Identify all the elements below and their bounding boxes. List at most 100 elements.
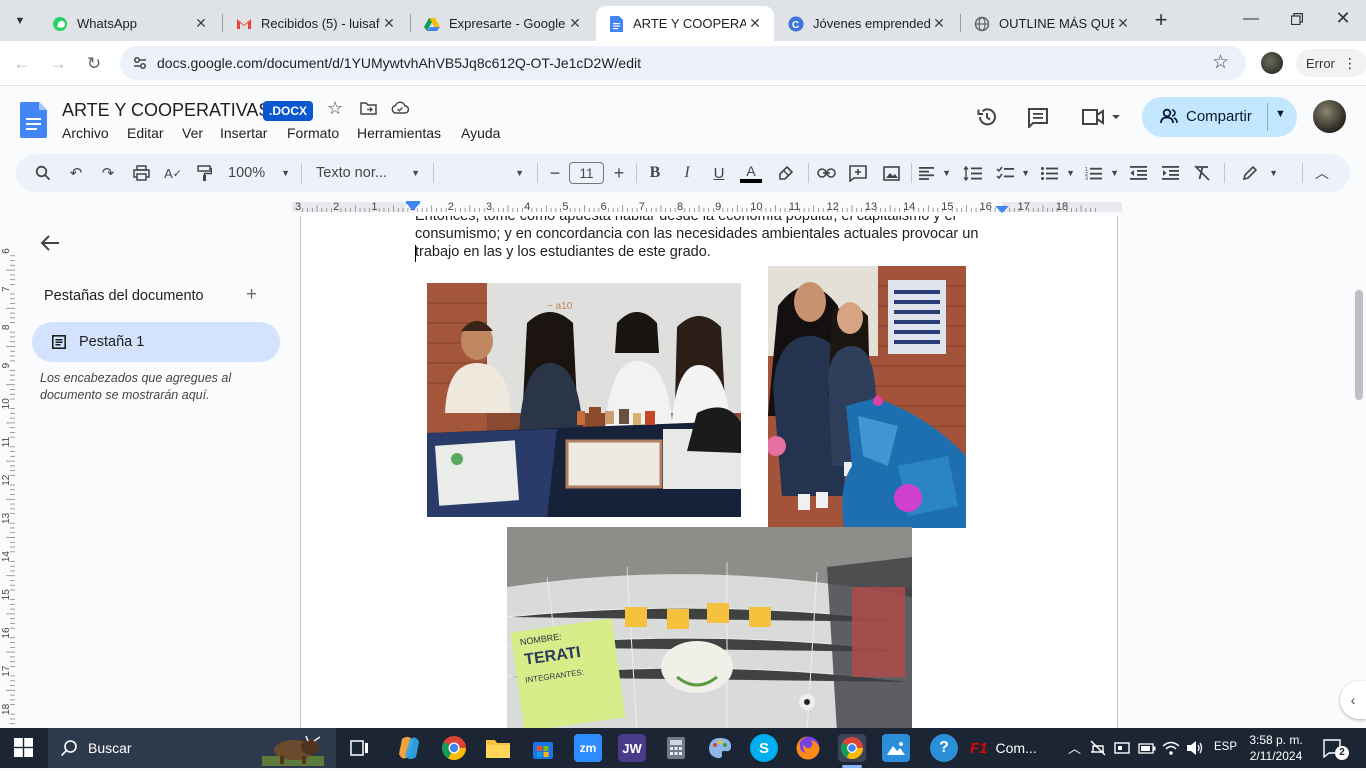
photo-covered-table-sign[interactable]: NOMBRE: TERATI INTEGRANTES:	[507, 527, 912, 728]
share-button[interactable]: Compartir ▼	[1142, 97, 1297, 137]
close-tab-icon[interactable]: ✕	[192, 15, 210, 32]
site-info-icon[interactable]	[132, 55, 148, 76]
minimize-button[interactable]: —	[1236, 10, 1266, 30]
collapse-menus-icon[interactable]: ︿	[1312, 162, 1332, 184]
forward-button[interactable]: →	[45, 51, 71, 77]
vertical-scrollbar[interactable]	[1352, 216, 1366, 728]
vertical-ruler[interactable]: 6 7 8 9 10 11 12 13 14 15 16 17 18	[0, 215, 16, 744]
close-tab-icon[interactable]: ✕	[746, 15, 764, 32]
close-window-button[interactable]: ✕	[1328, 8, 1358, 30]
editing-mode-icon[interactable]: ▼	[1242, 162, 1278, 184]
language-indicator[interactable]: ESP	[1214, 741, 1237, 753]
photo-students-recycling[interactable]	[768, 266, 966, 528]
menu-editar[interactable]: Editar	[127, 125, 164, 141]
document-page[interactable]: Entonces, tomé como apuesta hablar desde…	[300, 216, 1118, 728]
task-view-icon[interactable]	[346, 734, 374, 762]
increase-indent-icon[interactable]	[1160, 162, 1180, 184]
paint-app-icon[interactable]	[706, 734, 734, 762]
battery-icon[interactable]	[1138, 742, 1156, 760]
print-icon[interactable]	[131, 162, 151, 184]
cloud-status-icon[interactable]	[391, 101, 410, 119]
tab-outline[interactable]: OUTLINE MÁS QUE P ✕	[962, 6, 1142, 41]
tab-search-button[interactable]: ▼	[8, 10, 32, 32]
tab-canva[interactable]: C Jóvenes emprendedo ✕	[776, 6, 958, 41]
firefox-icon[interactable]	[794, 734, 822, 762]
new-tab-button[interactable]: +	[1150, 9, 1172, 31]
move-folder-icon[interactable]	[360, 101, 377, 120]
sidebar-item-tab-1[interactable]: Pestaña 1	[32, 322, 280, 362]
decrease-indent-icon[interactable]	[1128, 162, 1148, 184]
bold-button[interactable]: B	[645, 162, 665, 184]
clock[interactable]: 3:58 p. m. 2/11/2024	[1244, 732, 1308, 764]
back-arrow-icon[interactable]	[40, 234, 60, 257]
address-bar[interactable]: docs.google.com/document/d/1YUMywtvhAhVB…	[120, 46, 1246, 80]
skype-icon[interactable]: S	[750, 734, 778, 762]
paragraph-style-select[interactable]: Texto nor... ▼	[316, 162, 420, 184]
menu-archivo[interactable]: Archivo	[62, 125, 109, 141]
profile-error-chip[interactable]: Error ⋮	[1296, 49, 1366, 77]
notification-center-button[interactable]: 2	[1322, 738, 1349, 763]
italic-button[interactable]: I	[677, 162, 697, 184]
align-left-icon[interactable]: ▼	[919, 162, 951, 184]
taskbar-search-box[interactable]: Buscar	[48, 728, 336, 768]
bulleted-list-icon[interactable]: ▼	[1041, 162, 1075, 184]
text-color-button[interactable]: A	[739, 162, 763, 184]
checklist-icon[interactable]: ▼	[996, 162, 1030, 184]
network-status-icon[interactable]	[1090, 740, 1106, 761]
microsoft-store-icon[interactable]	[529, 734, 557, 762]
jw-library-icon[interactable]: JW	[618, 734, 646, 762]
chrome-active-icon[interactable]	[838, 734, 866, 762]
font-size-input[interactable]: 11	[569, 162, 604, 184]
share-dropdown-icon[interactable]: ▼	[1275, 108, 1286, 120]
underline-button[interactable]: U	[709, 162, 729, 184]
volume-icon[interactable]	[1186, 740, 1204, 761]
numbered-list-icon[interactable]: 1 2 3 ▼	[1085, 162, 1119, 184]
reload-button[interactable]: ↻	[81, 51, 107, 77]
increase-font-size-button[interactable]: +	[610, 162, 628, 184]
restore-button[interactable]	[1282, 8, 1312, 30]
file-explorer-icon[interactable]	[484, 734, 512, 762]
formula1-app[interactable]: F1 Com...	[970, 734, 1056, 762]
close-tab-icon[interactable]: ✕	[930, 15, 948, 32]
redo-icon[interactable]: ↷	[98, 162, 118, 184]
add-tab-icon[interactable]: +	[246, 284, 257, 306]
side-panel-toggle-button[interactable]: ‹	[1340, 681, 1366, 719]
photo-students-at-table[interactable]: ~ a10	[427, 283, 741, 517]
help-app-icon[interactable]: ?	[930, 734, 958, 762]
close-tab-icon[interactable]: ✕	[566, 15, 584, 32]
start-button[interactable]	[14, 738, 33, 762]
zoom-app-icon[interactable]: zm	[574, 734, 602, 762]
copilot-icon[interactable]	[395, 734, 423, 762]
show-hidden-icons-icon[interactable]: ︿	[1068, 738, 1081, 757]
line-spacing-icon[interactable]	[962, 162, 982, 184]
highlight-color-icon[interactable]	[776, 162, 796, 184]
close-tab-icon[interactable]: ✕	[380, 15, 398, 32]
paint-format-icon[interactable]	[194, 162, 214, 184]
tab-google-docs[interactable]: ARTE Y COOPERATIVA ✕	[596, 6, 774, 41]
menu-insertar[interactable]: Insertar	[220, 125, 267, 141]
spellcheck-icon[interactable]: A ✓	[163, 162, 183, 184]
chrome-icon[interactable]	[440, 734, 468, 762]
document-title[interactable]: ARTE Y COOPERATIVAS	[62, 100, 270, 121]
version-history-icon[interactable]	[976, 106, 998, 133]
add-comment-icon[interactable]	[848, 162, 868, 184]
calculator-icon[interactable]	[662, 734, 690, 762]
tab-gmail[interactable]: Recibidos (5) - luisafe ✕	[224, 6, 408, 41]
tab-whatsapp[interactable]: WhatsApp ✕	[40, 6, 220, 41]
scrollbar-thumb[interactable]	[1355, 290, 1363, 400]
menu-ayuda[interactable]: Ayuda	[461, 125, 500, 141]
photos-app-icon[interactable]	[882, 734, 910, 762]
first-line-indent-marker[interactable]	[406, 201, 420, 204]
menu-herramientas[interactable]: Herramientas	[357, 125, 441, 141]
bookmark-star-icon[interactable]: ☆	[1212, 51, 1229, 74]
zoom-select[interactable]: 100% ▼	[228, 162, 290, 184]
undo-icon[interactable]: ↶	[66, 162, 86, 184]
close-tab-icon[interactable]: ✕	[1114, 15, 1132, 32]
back-button[interactable]: ←	[9, 51, 35, 77]
font-family-select[interactable]: ▼	[448, 162, 524, 184]
profile-avatar[interactable]	[1261, 52, 1283, 74]
horizontal-ruler[interactable]: 321123456789101112131415161718	[292, 197, 1122, 215]
account-avatar[interactable]	[1313, 100, 1346, 133]
menu-formato[interactable]: Formato	[287, 125, 339, 141]
clear-formatting-icon[interactable]	[1192, 162, 1212, 184]
